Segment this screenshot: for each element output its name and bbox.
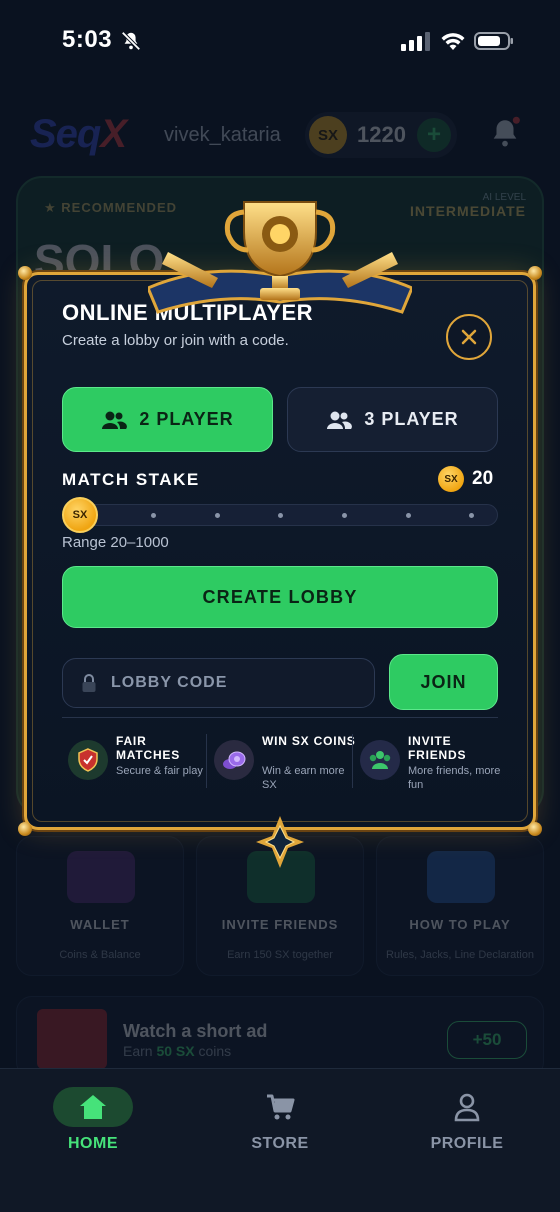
wallet-icon — [67, 851, 135, 903]
tile-title: HOW TO PLAY — [409, 917, 511, 932]
slider-step-dot — [406, 513, 411, 518]
nav-label: HOME — [68, 1135, 118, 1152]
username: vivek_kataria — [164, 124, 281, 146]
three-player-label: 3 PLAYER — [364, 409, 459, 429]
lobby-code-field[interactable] — [62, 658, 375, 708]
gift-icon — [37, 1009, 107, 1069]
divider — [62, 717, 498, 718]
slider-step-dot — [469, 513, 474, 518]
nav-label: STORE — [251, 1135, 309, 1152]
two-player-button[interactable]: 2 PLAYER — [62, 387, 273, 452]
bell-muted-icon — [121, 31, 141, 51]
frame-rivet — [528, 266, 542, 280]
join-button[interactable]: JOIN — [389, 654, 498, 710]
ad-reward-button[interactable]: +50 — [447, 1021, 527, 1059]
sx-coin-icon: SX — [309, 116, 347, 154]
feature-title: WIN SX COINS — [262, 734, 356, 748]
feature-separator — [352, 734, 353, 788]
profile-icon — [427, 1087, 507, 1127]
feature-subtitle: More friends, more fun — [408, 765, 501, 791]
wallet-tile[interactable]: WALLET Coins & Balance — [16, 836, 184, 976]
app-logo: SeqX — [30, 112, 127, 156]
slider-step-dot — [215, 513, 220, 518]
nav-store[interactable]: STORE — [205, 1087, 355, 1153]
frame-rivet — [18, 266, 32, 280]
stake-slider-thumb[interactable]: SX — [62, 497, 98, 533]
friends-icon — [360, 740, 400, 780]
coin-balance[interactable]: SX 1220 + — [305, 112, 457, 158]
nav-label: PROFILE — [430, 1135, 504, 1152]
users-icon — [102, 411, 128, 429]
match-stake-label: MATCH STAKE — [62, 470, 200, 489]
online-multiplayer-modal: ONLINE MULTIPLAYER Create a lobby or joi… — [18, 201, 542, 868]
feature-separator — [206, 734, 207, 788]
cellular-signal-icon — [401, 32, 430, 51]
status-time: 5:03 — [62, 26, 113, 53]
ad-title: Watch a short ad — [123, 1021, 268, 1041]
feature-fair-matches: FAIR MATCHES Secure & fair play — [64, 734, 210, 798]
notification-bell-icon[interactable] — [488, 116, 522, 150]
how-to-play-tile[interactable]: HOW TO PLAY Rules, Jacks, Line Declarati… — [376, 836, 544, 976]
stake-amount: 20 — [472, 468, 494, 489]
battery-icon — [474, 32, 513, 50]
slider-step-dot — [278, 513, 283, 518]
create-lobby-button[interactable]: CREATE LOBBY — [62, 566, 498, 628]
tile-subtitle: Rules, Jacks, Line Declaration — [386, 949, 534, 961]
slider-step-dot — [151, 513, 156, 518]
lobby-code-input[interactable] — [111, 659, 361, 707]
two-player-label: 2 PLAYER — [139, 409, 234, 429]
ad-subtitle: Earn 50 SX coins — [123, 1043, 232, 1059]
ai-level-badge: AI LEVEL INTERMEDIATE — [410, 192, 526, 219]
cart-icon — [240, 1087, 320, 1127]
slider-step-dot — [342, 513, 347, 518]
home-icon — [53, 1087, 133, 1127]
stake-range-text: Range 20–1000 — [62, 534, 169, 551]
watch-ad-card[interactable]: Watch a short ad Earn 50 SX coins +50 — [16, 996, 544, 1078]
gem-ornament-icon — [256, 816, 304, 868]
frame-rivet — [528, 822, 542, 836]
feature-subtitle: Secure & fair play — [116, 765, 203, 777]
status-bar: 5:03 — [0, 0, 560, 84]
nav-profile[interactable]: PROFILE — [392, 1087, 542, 1153]
add-coins-button[interactable]: + — [417, 118, 451, 152]
modal-subtitle: Create a lobby or join with a code. — [62, 332, 289, 349]
top-bar: SeqX vivek_kataria SX 1220 + — [0, 100, 560, 170]
shield-icon — [68, 740, 108, 780]
book-icon — [427, 851, 495, 903]
close-button[interactable] — [446, 314, 492, 360]
users-icon — [327, 411, 353, 429]
stake-slider-track[interactable] — [64, 504, 498, 526]
tile-subtitle: Coins & Balance — [59, 949, 141, 961]
feature-win-coins: WIN SX COINS Win & earn more SX — [210, 734, 356, 798]
trophy-banner-icon — [148, 201, 412, 314]
lock-icon — [82, 674, 96, 692]
close-icon — [461, 329, 477, 345]
bottom-navigation: HOME STORE PROFILE — [0, 1068, 560, 1212]
feature-subtitle: Win & earn more SX — [262, 765, 345, 791]
match-stake-value: SX 20 — [438, 466, 493, 492]
feature-invite-friends: INVITE FRIENDS More friends, more fun — [356, 734, 502, 798]
three-player-button[interactable]: 3 PLAYER — [287, 387, 498, 452]
coins-icon — [214, 740, 254, 780]
tile-title: INVITE FRIENDS — [221, 917, 339, 932]
frame-rivet — [18, 822, 32, 836]
tile-subtitle: Earn 150 SX together — [227, 949, 333, 961]
feature-title: FAIR MATCHES — [116, 734, 181, 762]
tile-title: WALLET — [70, 917, 130, 932]
nav-home[interactable]: HOME — [18, 1087, 168, 1153]
feature-title: INVITE FRIENDS — [408, 734, 467, 762]
sx-coin-icon: SX — [438, 466, 464, 492]
wifi-icon — [441, 33, 465, 50]
coin-amount: 1220 — [357, 122, 406, 147]
